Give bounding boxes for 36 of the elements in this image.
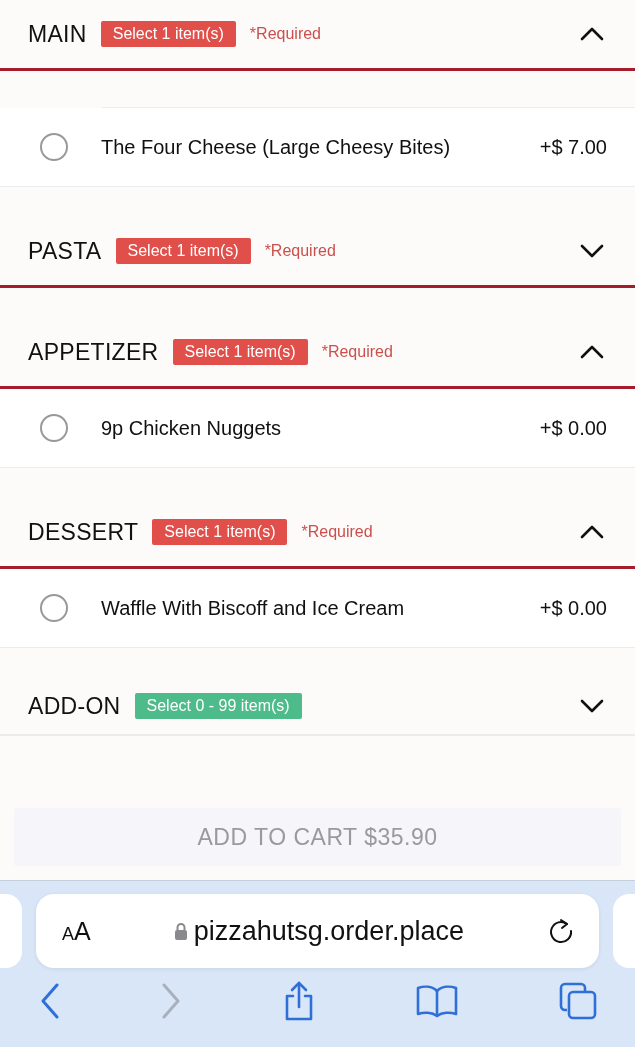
required-note: *Required (301, 523, 373, 541)
collapse-icon[interactable] (580, 27, 604, 41)
selection-badge: Select 1 item(s) (100, 21, 236, 47)
required-note: *Required (249, 25, 321, 43)
section-title: MAIN (28, 20, 87, 48)
selection-badge: Select 1 item(s) (172, 339, 308, 365)
radio-button[interactable] (40, 594, 68, 622)
radio-button[interactable] (40, 414, 68, 442)
expand-icon[interactable] (580, 244, 604, 258)
item-price: +$ 0.00 (539, 416, 607, 440)
radio-button[interactable] (40, 133, 68, 161)
required-note: *Required (264, 242, 336, 260)
item-name: Waffle With Biscoff and Ice Cream (101, 596, 405, 620)
section-title: DESSERT (28, 518, 139, 546)
back-icon[interactable] (40, 982, 60, 1019)
address-bar[interactable]: AA pizzahutsg.order.place (36, 894, 599, 968)
reload-icon[interactable] (547, 917, 575, 945)
item-price: +$ 0.00 (539, 596, 607, 620)
item-name: The Four Cheese (Large Cheesy Bites) (101, 135, 451, 159)
section-title: APPETIZER (28, 338, 159, 366)
required-note: *Required (321, 343, 393, 361)
item-price: +$ 7.00 (539, 135, 607, 159)
expand-icon[interactable] (580, 699, 604, 713)
url-text: pizzahutsg.order.place (193, 915, 464, 947)
selection-badge: Select 0 - 99 item(s) (134, 693, 302, 719)
lock-icon (173, 922, 188, 940)
section-title: ADD-ON (28, 692, 121, 720)
collapse-icon[interactable] (580, 345, 604, 359)
selection-badge: Select 1 item(s) (115, 238, 251, 264)
book-icon[interactable] (416, 983, 459, 1018)
collapse-icon[interactable] (580, 525, 604, 539)
item-name: 9p Chicken Nuggets (101, 416, 282, 440)
tabs-icon[interactable] (559, 981, 597, 1020)
text-size-button[interactable]: AA (62, 916, 91, 946)
selection-badge: Select 1 item(s) (152, 519, 288, 545)
section-title: PASTA (28, 237, 102, 265)
